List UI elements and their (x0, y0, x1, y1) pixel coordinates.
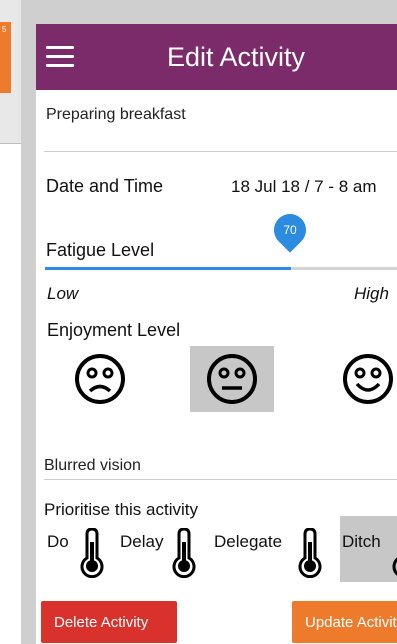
priority-option-label: Ditch (342, 532, 381, 551)
edit-activity-dialog: Edit Activity Preparing breakfast Date a… (36, 24, 397, 644)
neutral-face-icon (207, 354, 257, 404)
priority-option-label: Delegate (214, 532, 283, 551)
priority-option-label: Do (47, 532, 69, 551)
thermometer-icon (298, 528, 322, 578)
background-badge: 5 (0, 22, 11, 93)
hamburger-menu-icon[interactable] (46, 46, 74, 68)
fatigue-high-label: High (354, 284, 389, 303)
background-divider (0, 143, 21, 144)
dialog-header: Edit Activity (36, 24, 397, 90)
fatigue-low-label: Low (47, 284, 79, 303)
thermometer-icon (172, 528, 196, 578)
thermometer-icon (392, 557, 397, 576)
priority-option-do[interactable]: Do (36, 516, 116, 582)
fatigue-slider-thumb[interactable]: 70 (267, 207, 313, 253)
divider (44, 151, 397, 152)
page-title: Edit Activity (167, 42, 306, 72)
background-badge-text: 5 (2, 25, 7, 34)
divider (44, 479, 397, 480)
enjoyment-option-neutral[interactable] (190, 346, 274, 412)
priority-option-delegate[interactable]: Delegate (210, 516, 338, 582)
delete-activity-button[interactable]: Delete Activity (41, 601, 177, 643)
symptom-field[interactable]: Blurred vision (44, 457, 141, 475)
priority-option-ditch[interactable]: Ditch (340, 516, 397, 582)
priority-option-label: Delay (120, 532, 164, 551)
enjoyment-option-happy[interactable] (326, 346, 397, 412)
fatigue-value-label: 70 (283, 223, 297, 237)
update-activity-button[interactable]: Update Activity (292, 601, 397, 643)
fatigue-slider-fill (45, 267, 292, 270)
thermometer-icon (80, 528, 104, 578)
happy-face-icon (343, 354, 393, 404)
sad-face-icon (75, 354, 125, 404)
fatigue-slider[interactable] (45, 267, 397, 270)
date-time-label: Date and Time (46, 176, 164, 196)
enjoyment-level-label: Enjoyment Level (47, 320, 181, 340)
priority-option-delay[interactable]: Delay (116, 516, 208, 582)
fatigue-level-label: Fatigue Level (46, 240, 155, 260)
activity-name-field[interactable]: Preparing breakfast (46, 106, 186, 124)
date-time-value[interactable]: 18 Jul 18 / 7 - 8 am (231, 177, 377, 197)
enjoyment-option-sad[interactable] (58, 346, 142, 412)
